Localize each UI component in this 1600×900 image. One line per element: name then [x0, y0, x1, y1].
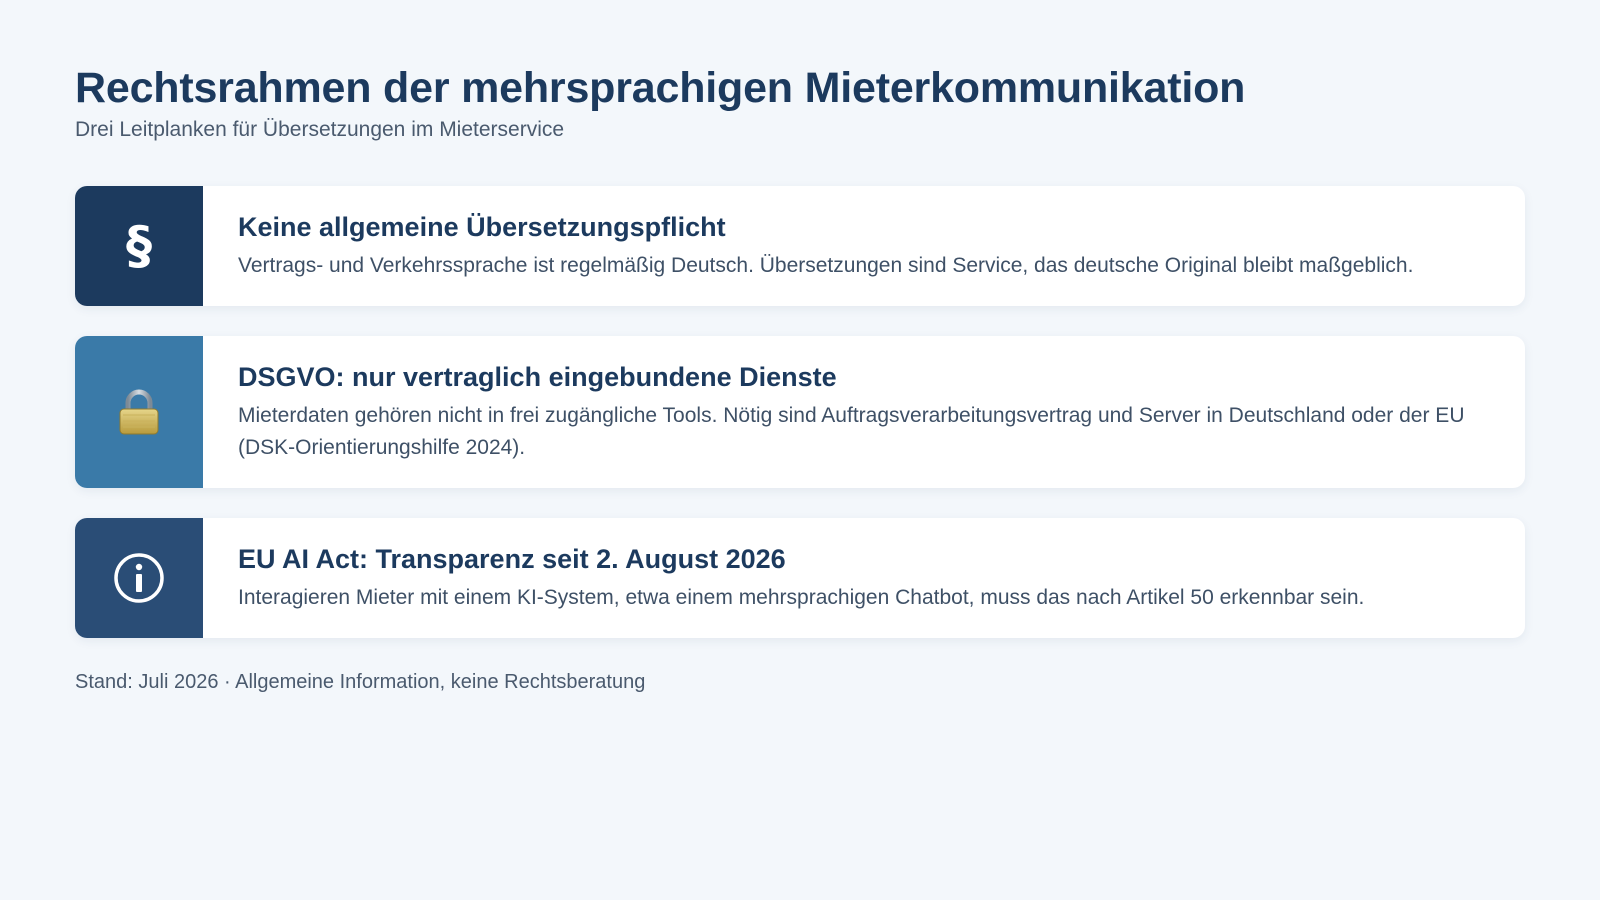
card-title: Keine allgemeine Übersetzungspflicht — [238, 212, 726, 242]
card-text: Interagieren Mieter mit einem KI-System,… — [238, 586, 1365, 609]
card-title: EU AI Act: Transparenz seit 2. August 20… — [238, 544, 786, 574]
card-text: Mieterdaten gehören nicht in frei zugäng… — [238, 404, 1465, 459]
page-content: Rechtsrahmen der mehrsprachigen Mieterko… — [75, 62, 1525, 696]
card-translation-duty: § Keine allgemeine Übersetzungspflicht V… — [75, 186, 1525, 306]
lock-icon — [119, 389, 159, 435]
page-title: Rechtsrahmen der mehrsprachigen Mieterko… — [75, 64, 1246, 112]
info-icon — [114, 553, 164, 603]
card-icon-panel: § — [75, 186, 203, 306]
card-icon-panel — [75, 518, 203, 638]
card-body: EU AI Act: Transparenz seit 2. August 20… — [203, 518, 1525, 638]
card-ai-act: EU AI Act: Transparenz seit 2. August 20… — [75, 518, 1525, 638]
card-title: DSGVO: nur vertraglich eingebundene Dien… — [238, 362, 837, 392]
card-body: DSGVO: nur vertraglich eingebundene Dien… — [203, 336, 1525, 488]
card-icon-panel — [75, 336, 203, 488]
card-list: § Keine allgemeine Übersetzungspflicht V… — [75, 186, 1525, 638]
card-body: Keine allgemeine Übersetzungspflicht Ver… — [203, 186, 1525, 306]
paragraph-icon: § — [126, 216, 152, 276]
footer-note: Stand: Juli 2026 · Allgemeine Informatio… — [75, 671, 646, 693]
card-text: Vertrags- und Verkehrssprache ist regelm… — [238, 254, 1414, 277]
card-dsgvo: DSGVO: nur vertraglich eingebundene Dien… — [75, 336, 1525, 488]
page-subtitle: Drei Leitplanken für Übersetzungen im Mi… — [75, 118, 565, 141]
